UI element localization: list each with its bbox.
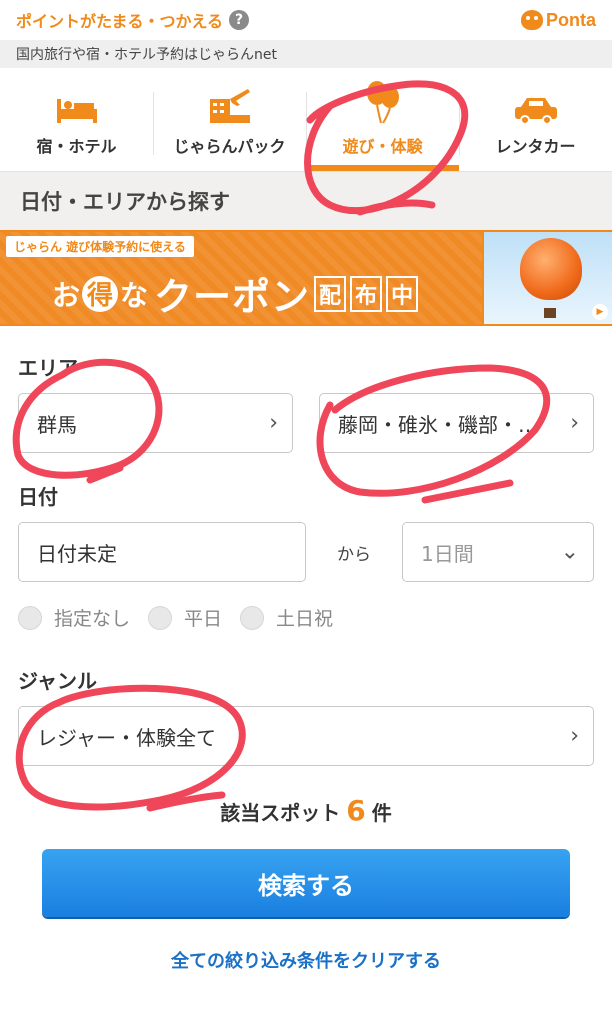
banner-char: な <box>120 278 149 312</box>
date-label: 日付 <box>18 485 58 509</box>
genre-select[interactable]: レジャー・体験全て › <box>18 706 594 766</box>
date-row: 日付未定 から 1日間 ⌄ <box>0 522 612 582</box>
radio-label: 指定なし <box>54 608 131 630</box>
area-row: 群馬 › 藤岡・碓氷・磯部・… › <box>0 393 612 453</box>
radio-label: 土日祝 <box>276 608 334 630</box>
radio-circle[interactable] <box>240 605 265 630</box>
tagline-text: 国内旅行や宿・ホテル予約はじゃらんnet <box>16 47 277 63</box>
category-tabs: 宿・ホテル じゃらんパック 遊び・体験 レンタカー <box>0 68 612 172</box>
genre-label: ジャンル <box>18 669 97 693</box>
result-count: 該当スポット 6 件 <box>0 794 612 827</box>
prefecture-value: 群馬 <box>37 412 77 437</box>
tab-label: じゃらんパック <box>173 137 286 156</box>
balloon-basket <box>544 308 556 318</box>
chevron-right-icon: › <box>570 410 579 436</box>
region-value: 藤岡・碓氷・磯部・… <box>338 412 538 437</box>
chevron-right-icon: › <box>269 410 278 436</box>
radio-circle[interactable] <box>18 605 42 630</box>
result-suffix: 件 <box>371 801 392 825</box>
tab-rental-car[interactable]: レンタカー <box>459 68 612 171</box>
radio-weekend-holiday[interactable]: 土日祝 <box>240 604 333 631</box>
chevron-down-icon: ⌄ <box>560 539 579 565</box>
genre-value: レジャー・体験全て <box>37 725 216 750</box>
help-icon[interactable]: ? <box>229 10 250 30</box>
points-label[interactable]: ポイントがたまる・つかえる <box>16 8 223 32</box>
banner-box-char: 中 <box>386 275 419 312</box>
tab-label: 宿・ホテル <box>36 137 117 156</box>
from-label: から <box>337 544 371 565</box>
area-label: エリア <box>18 356 78 380</box>
section-title: 日付・エリアから探す <box>0 172 612 230</box>
banner-box-char: 布 <box>350 275 383 312</box>
tab-activities[interactable]: 遊び・体験 <box>306 68 459 171</box>
section-title-text: 日付・エリアから探す <box>20 190 230 214</box>
balloon-icon <box>363 79 403 125</box>
radio-weekday[interactable]: 平日 <box>148 604 222 631</box>
result-prefix: 該当スポット <box>220 801 341 825</box>
hot-air-balloon-icon <box>520 238 582 300</box>
banner-toku-badge: 得 <box>82 275 119 312</box>
result-number: 6 <box>346 794 366 827</box>
coupon-banner[interactable]: じゃらん 遊び体験予約に使える お 得 な クーポン 配 布 中 ▶ <box>0 230 612 326</box>
duration-value: 1日間 <box>421 541 474 566</box>
ponta-logo[interactable]: Ponta <box>520 9 596 31</box>
tab-jalan-pack[interactable]: じゃらんパック <box>153 68 306 171</box>
tab-label: 遊び・体験 <box>342 137 423 156</box>
radio-circle[interactable] <box>148 605 173 630</box>
ponta-brand: Ponta <box>545 9 596 30</box>
banner-tag: じゃらん 遊び体験予約に使える <box>6 236 194 257</box>
prefecture-select[interactable]: 群馬 › <box>18 393 293 453</box>
search-button[interactable]: 検索する <box>42 849 570 917</box>
car-icon <box>513 79 559 125</box>
radio-label: 平日 <box>184 608 223 630</box>
banner-main: じゃらん 遊び体験予約に使える お 得 な クーポン 配 布 中 <box>0 232 482 324</box>
banner-char: お <box>52 278 81 312</box>
banner-headline: お 得 な クーポン 配 布 中 <box>52 266 419 321</box>
banner-balloon-image: ▶ <box>482 232 612 324</box>
chevron-right-icon: › <box>570 723 579 749</box>
duration-select[interactable]: 1日間 ⌄ <box>402 522 594 582</box>
tab-hotel[interactable]: 宿・ホテル <box>0 68 153 171</box>
date-input[interactable]: 日付未定 <box>18 522 306 582</box>
play-icon[interactable]: ▶ <box>592 304 608 320</box>
plane-hotel-icon <box>208 79 252 125</box>
site-tagline: 国内旅行や宿・ホテル予約はじゃらんnet <box>0 40 612 68</box>
tab-label: レンタカー <box>495 137 576 156</box>
date-type-radios: 指定なし 平日 土日祝 <box>0 604 612 631</box>
radio-unspecified[interactable]: 指定なし <box>18 604 130 631</box>
bed-icon <box>55 79 99 125</box>
ponta-face-icon <box>520 10 543 30</box>
region-select[interactable]: 藤岡・碓氷・磯部・… › <box>319 393 594 453</box>
banner-box-char: 配 <box>314 275 347 312</box>
banner-coupon-text: クーポン <box>154 275 311 319</box>
date-value: 日付未定 <box>37 541 117 566</box>
top-bar: ポイントがたまる・つかえる ? Ponta <box>0 0 612 40</box>
clear-filters-link[interactable]: 全ての絞り込み条件をクリアする <box>0 947 612 973</box>
